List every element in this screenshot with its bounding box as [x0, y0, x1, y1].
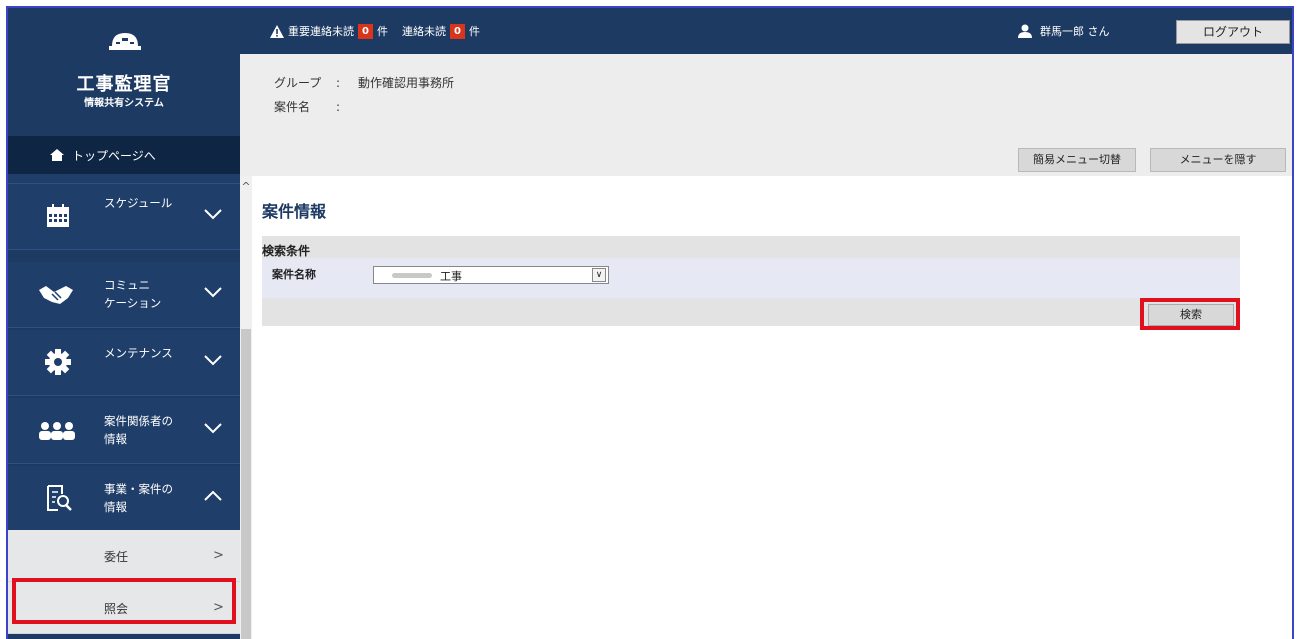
group-row: グループ: 動作確認用事務所 — [274, 74, 454, 91]
unread-count[interactable]: 0 — [449, 23, 465, 39]
project-label: 案件名 — [274, 100, 311, 114]
chevron-up-icon — [204, 490, 222, 501]
colon: : — [336, 100, 341, 114]
menu-label-maintenance: メンテナンス — [104, 346, 173, 360]
app-subtitle: 情報共有システム — [84, 98, 164, 109]
menu-label-stakeholders: 案件関係者の 情報 — [104, 414, 173, 446]
simple-menu-toggle-button[interactable]: 簡易メニュー切替 — [1018, 148, 1136, 172]
home-icon — [50, 149, 64, 161]
page-title: 案件情報 — [262, 202, 327, 221]
user-icon — [1018, 24, 1032, 38]
sub-item-label: 照会 — [104, 602, 129, 616]
chevron-right-icon: > — [213, 600, 224, 615]
chevron-down-icon — [204, 355, 222, 366]
chevron-down-icon — [204, 423, 222, 434]
menu-item-stakeholders[interactable]: 案件関係者の 情報 — [8, 398, 240, 464]
user-name: 群馬一郎 さん — [1040, 25, 1110, 38]
important-unread-label: 重要連絡未読 — [288, 25, 354, 38]
project-name-select[interactable]: 工事 ∨ — [373, 266, 609, 284]
count-unit: 件 — [468, 25, 480, 38]
helmet-icon — [109, 33, 141, 50]
project-name-row: 案件名称 工事 ∨ — [262, 258, 1240, 298]
document-search-icon — [47, 485, 72, 511]
menu-item-schedule[interactable]: スケジュール — [8, 184, 240, 250]
group-label: グループ — [274, 76, 322, 90]
menu-label-schedule: スケジュール — [104, 196, 173, 210]
project-row: 案件名: — [274, 98, 358, 115]
people-icon — [39, 422, 75, 440]
sidebar-scrollbar[interactable]: ^ — [240, 174, 252, 639]
menu-item-maintenance[interactable]: メンテナンス — [8, 330, 240, 396]
chevron-down-icon[interactable]: ∨ — [592, 268, 606, 282]
gear-icon — [45, 349, 71, 375]
project-name-label: 案件名称 — [272, 268, 316, 281]
search-button[interactable]: 検索 — [1148, 304, 1234, 326]
logo: 工事監理官 情報共有システム — [8, 8, 240, 136]
sidebar: 工事監理官 情報共有システム トップページへ スケジュール コミュニ ケーション… — [8, 8, 240, 639]
group-value: 動作確認用事務所 — [358, 76, 455, 90]
chevron-down-icon — [204, 287, 222, 298]
important-unread-count[interactable]: 0 — [358, 23, 373, 39]
top-bar: 重要連絡未読 0 件 連絡未読 0 件 群馬一郎 さん ログアウト — [240, 8, 1292, 54]
menu-item-business-projects[interactable]: 事業・案件の 情報 — [8, 466, 240, 532]
sub-item-delegation[interactable]: 委任 > — [8, 530, 240, 582]
project-name-value: 工事 — [440, 270, 462, 283]
colon: : — [336, 76, 341, 90]
top-page-link[interactable]: トップページへ — [8, 136, 240, 174]
chevron-down-icon — [204, 209, 222, 220]
menu-label-business-projects: 事業・案件の 情報 — [104, 482, 173, 514]
app-title: 工事監理官 — [76, 74, 172, 95]
scroll-thumb[interactable] — [241, 329, 251, 639]
logout-button[interactable]: ログアウト — [1176, 20, 1290, 44]
sub-item-inquiry[interactable]: 照会 > — [8, 582, 240, 634]
app-frame: 工事監理官 情報共有システム トップページへ スケジュール コミュニ ケーション… — [6, 6, 1294, 639]
scroll-up-icon[interactable]: ^ — [240, 180, 252, 193]
unread-notice: 重要連絡未読 0 件 連絡未読 0 件 — [270, 23, 480, 39]
search-conditions-heading: 検索条件 — [262, 244, 311, 258]
count-unit: 件 — [376, 25, 388, 38]
user-info: 群馬一郎 さん — [1018, 23, 1110, 39]
calendar-icon — [47, 204, 69, 227]
chevron-right-icon: > — [213, 548, 224, 563]
top-page-label: トップページへ — [72, 148, 156, 163]
menu-item-communication[interactable]: コミュニ ケーション — [8, 262, 240, 328]
menu-label-communication: コミュニ ケーション — [104, 278, 162, 310]
handshake-icon — [39, 286, 73, 304]
menu-list: スケジュール コミュニ ケーション メンテナンス 案件関係者の 情報 事業・案件… — [8, 174, 240, 639]
unread-label: 連絡未読 — [401, 25, 446, 38]
search-panel: 検索条件 案件名称 工事 ∨ 検索 — [262, 236, 1240, 326]
sub-item-label: 委任 — [104, 550, 129, 564]
menu-item-hidden[interactable] — [8, 174, 240, 184]
hide-menu-button[interactable]: メニューを隠す — [1150, 148, 1286, 172]
redacted-text — [392, 273, 432, 278]
info-panel: グループ: 動作確認用事務所 案件名: 簡易メニュー切替 メニューを隠す — [240, 54, 1292, 176]
warning-icon — [270, 24, 284, 38]
